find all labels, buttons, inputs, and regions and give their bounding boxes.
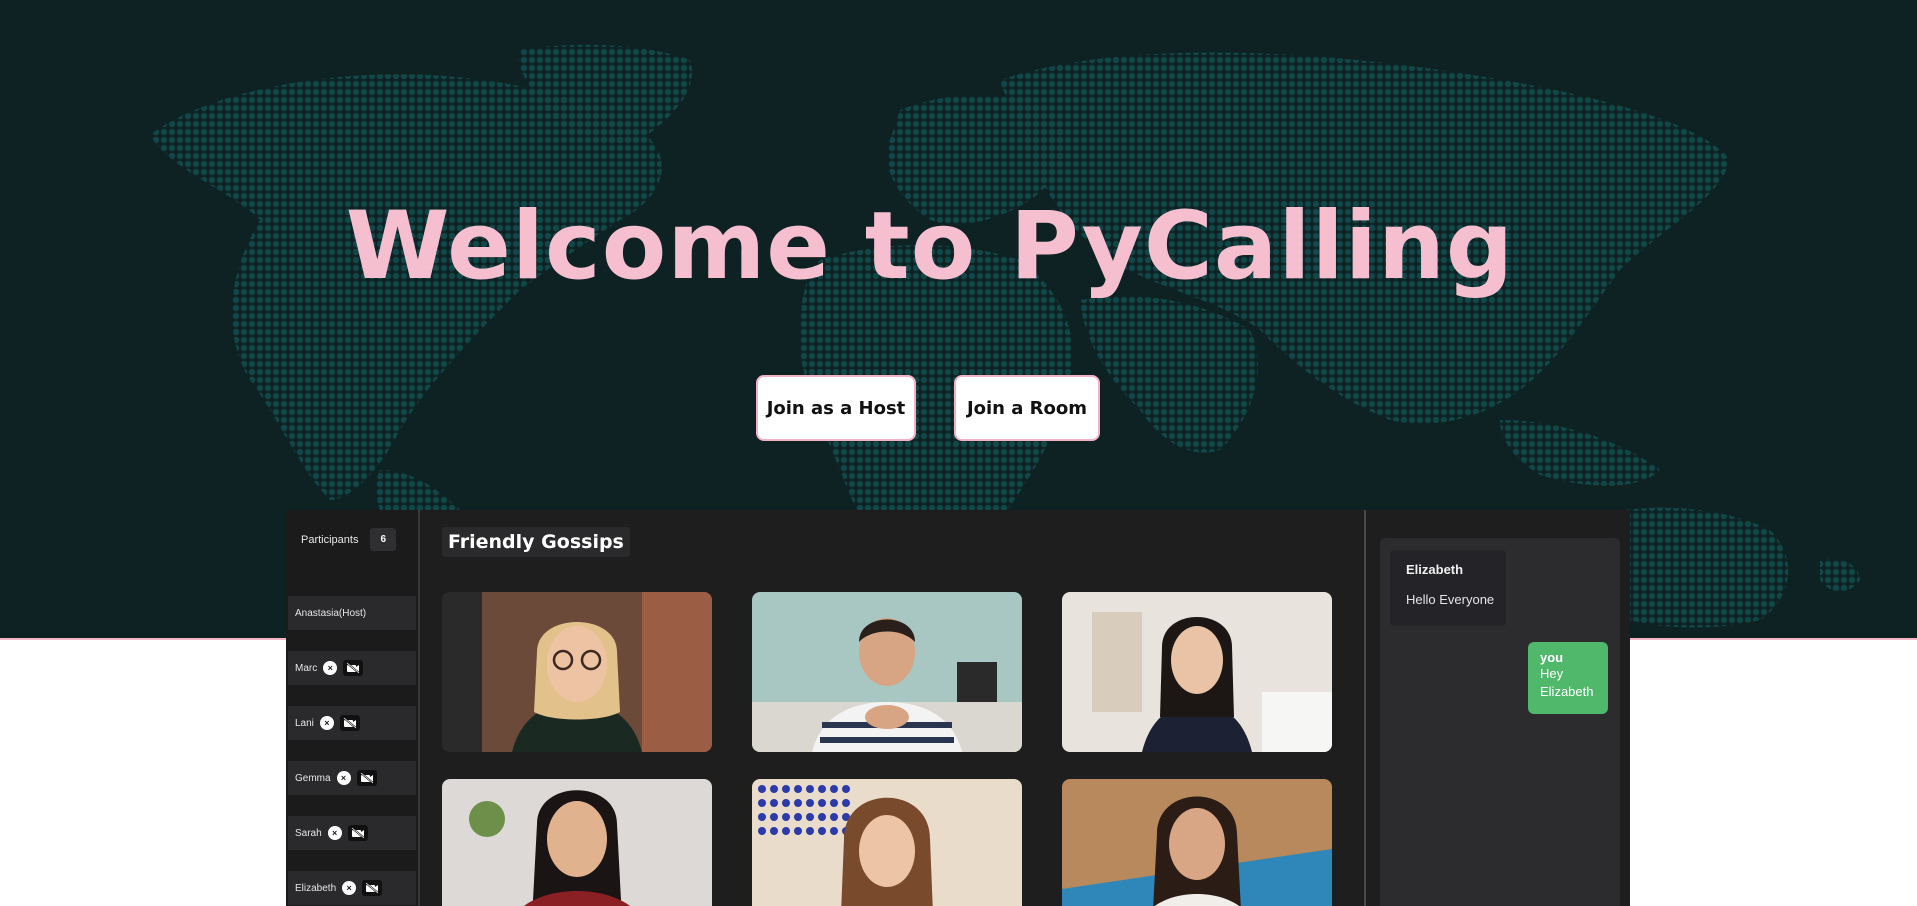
- participant-item[interactable]: Elizabeth ×: [288, 871, 416, 905]
- participant-item[interactable]: Lani ×: [288, 706, 416, 740]
- video-grid-area: Friendly Gossips: [420, 510, 1364, 906]
- hero-title: Welcome to PyCalling: [345, 192, 1515, 301]
- participants-header: Participants 6: [301, 528, 397, 551]
- chat-message-text: Hello Everyone: [1406, 592, 1495, 607]
- remove-participant-icon[interactable]: ×: [323, 661, 338, 675]
- chat-message-author: Elizabeth: [1406, 562, 1464, 577]
- chat-message-text: Hey Elizabeth: [1540, 666, 1594, 699]
- video-tile[interactable]: [1062, 779, 1332, 906]
- participant-item[interactable]: Sarah ×: [288, 816, 416, 850]
- camera-off-icon[interactable]: [343, 660, 364, 676]
- participant-name: Anastasia(Host): [295, 607, 367, 619]
- chat-message-incoming: Elizabeth Hello Everyone: [1390, 550, 1506, 626]
- video-tile[interactable]: [1062, 592, 1332, 752]
- camera-off-icon[interactable]: [362, 880, 383, 896]
- participant-item[interactable]: Anastasia(Host): [288, 596, 416, 630]
- participants-sidebar: Participants 6 Anastasia(Host) Marc × La…: [286, 510, 420, 906]
- chat-message-author: you: [1540, 650, 1564, 665]
- room-title: Friendly Gossips: [442, 527, 630, 557]
- chat-message-outgoing: you Hey Elizabeth: [1528, 642, 1608, 714]
- video-tile[interactable]: [752, 592, 1022, 752]
- participants-label: Participants: [301, 533, 359, 546]
- participant-item[interactable]: Gemma ×: [288, 761, 416, 795]
- participant-name: Lani: [295, 717, 314, 729]
- call-app-preview: Participants 6 Anastasia(Host) Marc × La…: [286, 510, 1630, 906]
- chat-panel: Elizabeth Hello Everyone you Hey Elizabe…: [1380, 538, 1620, 906]
- remove-participant-icon[interactable]: ×: [336, 771, 351, 785]
- video-tile[interactable]: [752, 779, 1022, 906]
- participant-name: Sarah: [295, 827, 322, 839]
- video-tile[interactable]: [442, 592, 712, 752]
- participants-count-badge: 6: [370, 528, 397, 551]
- remove-participant-icon[interactable]: ×: [342, 881, 357, 895]
- participant-item[interactable]: Marc ×: [288, 651, 416, 685]
- remove-participant-icon[interactable]: ×: [319, 716, 334, 730]
- camera-off-icon[interactable]: [339, 715, 360, 731]
- join-as-host-button[interactable]: Join as a Host: [756, 375, 916, 441]
- remove-participant-icon[interactable]: ×: [327, 826, 342, 840]
- panel-divider: [1364, 510, 1366, 906]
- participant-name: Marc: [295, 662, 318, 674]
- camera-off-icon[interactable]: [356, 770, 377, 786]
- participant-name: Elizabeth: [295, 882, 337, 894]
- video-tile[interactable]: [442, 779, 712, 906]
- camera-off-icon[interactable]: [347, 825, 368, 841]
- participant-name: Gemma: [295, 772, 331, 784]
- join-room-button[interactable]: Join a Room: [954, 375, 1100, 441]
